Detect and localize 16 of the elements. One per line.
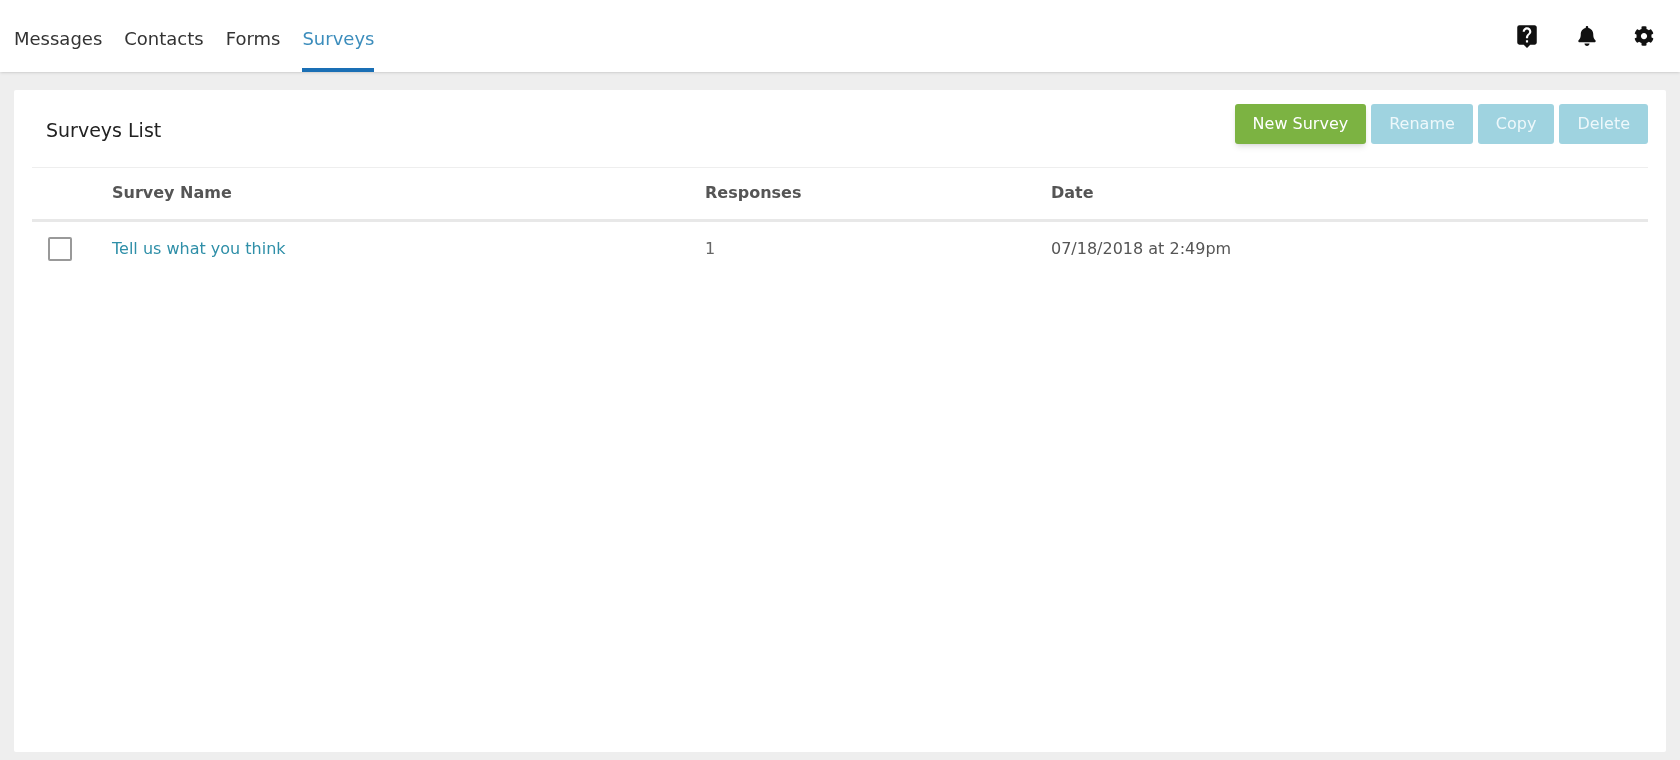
column-header: Date (1051, 182, 1095, 204)
nav-tab[interactable]: Messages (14, 0, 103, 72)
nav-tab[interactable]: Surveys (302, 0, 375, 72)
settings-icon[interactable] (1634, 26, 1654, 46)
column-header: Survey Name (112, 182, 233, 204)
notification-bell-icon[interactable] (1578, 26, 1596, 46)
nav-tab[interactable]: Forms (225, 0, 281, 72)
responses-cell-text: 1 (705, 237, 717, 260)
column-header: Responses (705, 182, 803, 204)
date-cell-text: 07/18/2018 at 2:49pm (1051, 237, 1233, 260)
nav-tab[interactable]: Contacts (124, 0, 204, 72)
help-icon[interactable] (1514, 23, 1540, 49)
panel-title: Surveys List (46, 118, 162, 143)
survey-name-link[interactable]: Tell us what you think (112, 238, 286, 258)
row-checkbox[interactable] (48, 236, 72, 261)
action-button[interactable]: New Survey (1234, 104, 1367, 144)
